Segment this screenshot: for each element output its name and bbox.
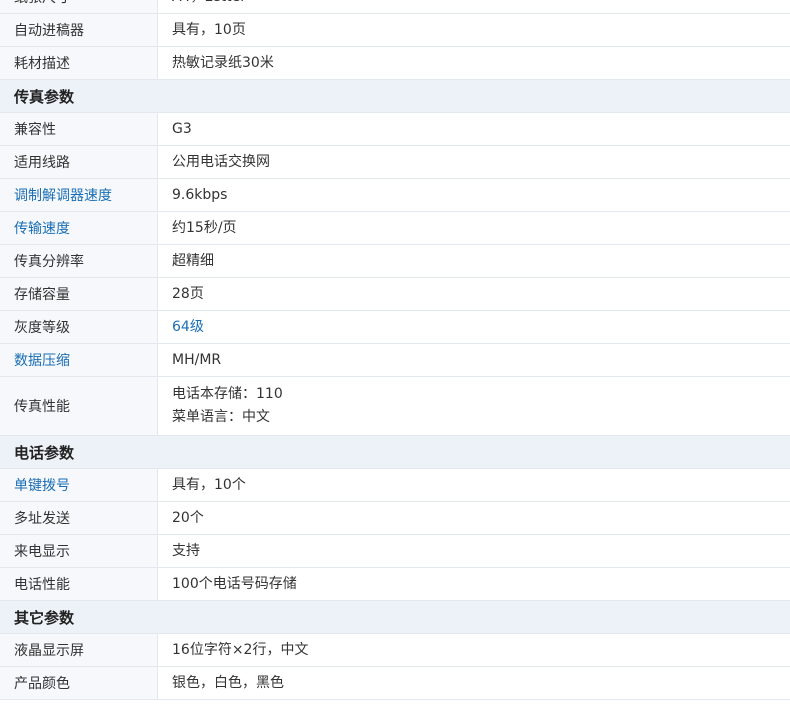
spec-label[interactable]: 调制解调器速度: [0, 179, 158, 211]
spec-row: 产品颜色 银色，白色，黑色: [0, 667, 790, 700]
spec-label: 多址发送: [0, 502, 158, 534]
spec-value-line: 电话本存储：110: [172, 386, 283, 402]
spec-value: 16位字符×2行，中文: [158, 634, 790, 666]
spec-label: 纸张尺寸: [0, 0, 158, 13]
spec-value-line: 银色，白色，黑色: [172, 674, 284, 691]
spec-row: 纸张尺寸 A4，Letter: [0, 0, 790, 14]
spec-row: 单键拨号 具有，10个: [0, 469, 790, 502]
spec-value-line: 具有，10页: [172, 21, 246, 38]
spec-value-line: G3: [172, 120, 192, 137]
spec-value: 100个电话号码存储: [158, 568, 790, 600]
spec-row: 电话性能 100个电话号码存储: [0, 568, 790, 601]
spec-value-line: 约15秒/页: [172, 219, 237, 236]
spec-value: 具有，10页: [158, 14, 790, 46]
spec-label: 产品颜色: [0, 667, 158, 699]
spec-row: 数据压缩 MH/MR: [0, 344, 790, 377]
spec-row: 灰度等级 64级: [0, 311, 790, 344]
spec-label: 传真性能: [0, 377, 158, 435]
spec-label: 电话性能: [0, 568, 158, 600]
spec-value-line: 28页: [172, 285, 204, 302]
spec-label: 存储容量: [0, 278, 158, 310]
spec-row: 调制解调器速度 9.6kbps: [0, 179, 790, 212]
section-header: 其它参数: [0, 601, 790, 634]
spec-value-line: 热敏记录纸30米: [172, 54, 274, 71]
spec-label: 适用线路: [0, 146, 158, 178]
spec-row: 适用线路 公用电话交换网: [0, 146, 790, 179]
spec-label: 灰度等级: [0, 311, 158, 343]
spec-label[interactable]: 传输速度: [0, 212, 158, 244]
spec-value-line: 超精细: [172, 252, 214, 269]
spec-value-line: 20个: [172, 509, 204, 526]
spec-value-line: MH/MR: [172, 351, 222, 368]
spec-value-line: A4，Letter: [172, 0, 790, 9]
spec-value: 银色，白色，黑色: [158, 667, 790, 699]
spec-row: 传真分辨率 超精细: [0, 245, 790, 278]
spec-label: 自动进稿器: [0, 14, 158, 46]
spec-value: 28页: [158, 278, 790, 310]
spec-value-line: 支持: [172, 542, 200, 559]
spec-label[interactable]: 单键拨号: [0, 469, 158, 501]
spec-value-line: 公用电话交换网: [172, 153, 270, 170]
spec-value: 热敏记录纸30米: [158, 47, 790, 79]
spec-value-line: 16位字符×2行，中文: [172, 641, 309, 658]
spec-value: A4，Letter: [158, 0, 790, 13]
spec-row: 传真性能 电话本存储：110 菜单语言：中文: [0, 377, 790, 436]
spec-label[interactable]: 数据压缩: [0, 344, 158, 376]
spec-value: 支持: [158, 535, 790, 567]
spec-row: 传输速度 约15秒/页: [0, 212, 790, 245]
spec-row: 自动进稿器 具有，10页: [0, 14, 790, 47]
spec-label: 来电显示: [0, 535, 158, 567]
spec-row: 来电显示 支持: [0, 535, 790, 568]
spec-value-line: 菜单语言：中文: [172, 409, 270, 425]
spec-value: MH/MR: [158, 344, 790, 376]
spec-label: 传真分辨率: [0, 245, 158, 277]
section-header: 传真参数: [0, 80, 790, 113]
spec-value: 20个: [158, 502, 790, 534]
spec-value: 64级: [158, 311, 790, 343]
spec-value-line: 9.6kbps: [172, 186, 228, 203]
spec-value: 约15秒/页: [158, 212, 790, 244]
spec-label: 兼容性: [0, 113, 158, 145]
spec-value: 超精细: [158, 245, 790, 277]
spec-label: 液晶显示屏: [0, 634, 158, 666]
spec-label: 耗材描述: [0, 47, 158, 79]
spec-value-line: 100个电话号码存储: [172, 575, 297, 592]
spec-value: 公用电话交换网: [158, 146, 790, 178]
spec-value: 具有，10个: [158, 469, 790, 501]
spec-value: G3: [158, 113, 790, 145]
spec-row: 兼容性 G3: [0, 113, 790, 146]
spec-value-line[interactable]: 64级: [172, 316, 790, 339]
spec-value: 9.6kbps: [158, 179, 790, 211]
spec-value-line: 具有，10个: [172, 476, 246, 493]
spec-row: 耗材描述 热敏记录纸30米: [0, 47, 790, 80]
section-header: 电话参数: [0, 436, 790, 469]
spec-table: 纸张尺寸A4，Letter自动进稿器具有，10页耗材描述热敏记录纸30米传真参数…: [0, 0, 790, 700]
spec-value: 电话本存储：110 菜单语言：中文: [158, 377, 790, 435]
spec-row: 液晶显示屏 16位字符×2行，中文: [0, 634, 790, 667]
spec-row: 多址发送 20个: [0, 502, 790, 535]
spec-row: 存储容量 28页: [0, 278, 790, 311]
spec-table-viewport: 纸张尺寸A4，Letter自动进稿器具有，10页耗材描述热敏记录纸30米传真参数…: [0, 0, 790, 714]
